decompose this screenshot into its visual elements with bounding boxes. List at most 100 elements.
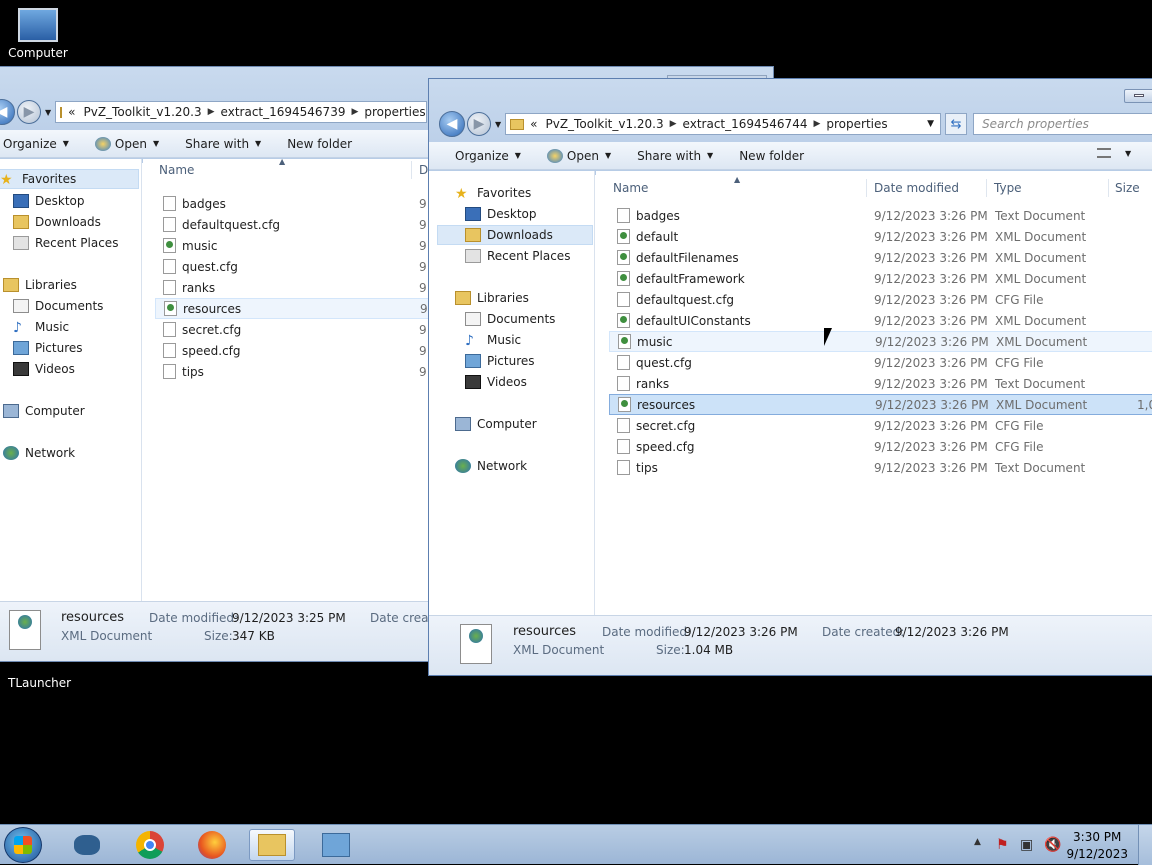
forward-button[interactable]: ▶ [17, 100, 41, 124]
breadcrumb-segment[interactable]: PvZ_Toolkit_v1.20.3 [84, 105, 202, 119]
forward-button[interactable]: ▶ [467, 112, 491, 136]
show-hidden-icons-icon[interactable]: ▲ [974, 837, 981, 847]
nav-videos[interactable]: Videos [465, 372, 527, 392]
nav-pictures[interactable]: Pictures [465, 351, 535, 371]
breadcrumb-arrow-icon[interactable]: ▶ [208, 107, 215, 117]
share-with-button[interactable]: Share with ▼ [637, 149, 713, 163]
file-row[interactable]: ranks 9/12/2023 3:26 PM Text Document [609, 373, 1152, 394]
new-folder-button[interactable]: New folder [287, 137, 352, 151]
file-row[interactable]: speed.cfg 9/12/2023 3:26 PM CFG File [609, 436, 1152, 457]
new-folder-button[interactable]: New folder [739, 149, 804, 163]
desktop-icon-computer[interactable]: Computer [8, 8, 68, 60]
address-bar[interactable]: « PvZ_Toolkit_v1.20.3 ▶ extract_16945467… [55, 101, 428, 123]
nav-libraries[interactable]: Libraries [3, 275, 77, 295]
file-row[interactable]: secret.cfg 9/12/2023 3:26 PM CFG File [609, 415, 1152, 436]
column-name[interactable]: Name [613, 181, 648, 195]
desktop-icon-tlauncher[interactable]: TLauncher [8, 660, 71, 690]
nav-downloads[interactable]: Downloads [437, 225, 593, 245]
file-row[interactable]: resources 9/12/2023 3:26 PM XML Document 1,… [609, 394, 1152, 415]
network-tray-icon[interactable]: ▣ [1020, 837, 1033, 853]
file-row[interactable]: tips 9 [155, 361, 431, 382]
nav-music[interactable]: ♪ Music [465, 330, 521, 350]
file-row[interactable]: ranks 9 [155, 277, 431, 298]
file-row[interactable]: defaultquest.cfg 9/12/2023 3:26 PM CFG Fil… [609, 289, 1152, 310]
show-desktop-button[interactable] [1138, 825, 1152, 865]
file-row[interactable]: speed.cfg 9 [155, 340, 431, 361]
nav-documents[interactable]: Documents [13, 296, 103, 316]
overflow-chevron-icon[interactable]: « [530, 117, 537, 131]
address-bar[interactable]: « PvZ_Toolkit_v1.20.3 ▶ extract_16945467… [505, 113, 942, 135]
organize-button[interactable]: Organize ▼ [3, 137, 69, 151]
breadcrumb-arrow-icon[interactable]: ▶ [351, 107, 358, 117]
taskbar-chrome[interactable] [127, 829, 173, 861]
file-row[interactable]: tips 9/12/2023 3:26 PM Text Document [609, 457, 1152, 478]
file-row[interactable]: music 9 [155, 235, 431, 256]
file-row[interactable]: badges 9 [155, 193, 431, 214]
open-button[interactable]: Open ▼ [546, 148, 611, 163]
breadcrumb-segment[interactable]: extract_1694546739 [221, 105, 346, 119]
action-center-flag-icon[interactable]: ⚑ [996, 837, 1009, 853]
nav-favorites[interactable]: ★ Favorites [0, 169, 139, 189]
nav-pictures[interactable]: Pictures [13, 338, 83, 358]
column-size[interactable]: Size [1115, 181, 1140, 195]
search-input[interactable]: Search properties [973, 113, 1152, 135]
taskbar-firefox[interactable] [189, 829, 235, 861]
column-type[interactable]: Type [994, 181, 1022, 195]
breadcrumb-segment[interactable]: properties [826, 117, 887, 131]
nav-downloads[interactable]: Downloads [13, 212, 101, 232]
organize-button[interactable]: Organize ▼ [455, 149, 521, 163]
file-row[interactable]: default 9/12/2023 3:26 PM XML Document [609, 226, 1152, 247]
breadcrumb-arrow-icon[interactable]: ▶ [670, 119, 677, 129]
nav-music[interactable]: ♪ Music [13, 317, 69, 337]
minimize-button[interactable] [1124, 89, 1152, 103]
view-options-button[interactable]: ▼ [1097, 148, 1131, 158]
nav-recent-places[interactable]: Recent Places [465, 246, 570, 266]
nav-computer[interactable]: Computer [455, 414, 537, 434]
star-icon: ★ [455, 186, 468, 202]
breadcrumb-segment[interactable]: properties [364, 105, 425, 119]
nav-computer[interactable]: Computer [3, 401, 85, 421]
volume-muted-icon[interactable]: 🔇 [1044, 837, 1061, 853]
file-row[interactable]: music 9/12/2023 3:26 PM XML Document [609, 331, 1152, 352]
nav-documents[interactable]: Documents [465, 309, 555, 329]
back-button[interactable]: ◀ [0, 99, 15, 125]
column-date[interactable]: D [419, 163, 428, 177]
file-row[interactable]: defaultquest.cfg 9 [155, 214, 431, 235]
file-row[interactable]: defaultUIConstants 9/12/2023 3:26 PM XML D… [609, 310, 1152, 331]
nav-videos[interactable]: Videos [13, 359, 75, 379]
nav-favorites[interactable]: ★ Favorites [455, 183, 531, 203]
recent-pages-dropdown-icon[interactable]: ▼ [495, 120, 501, 129]
breadcrumb-arrow-icon[interactable]: ▶ [813, 119, 820, 129]
file-row[interactable]: resources 9 [155, 298, 431, 319]
file-row[interactable]: defaultFilenames 9/12/2023 3:26 PM XML Doc… [609, 247, 1152, 268]
nav-network[interactable]: Network [3, 443, 75, 463]
file-row[interactable]: defaultFramework 9/12/2023 3:26 PM XML Doc… [609, 268, 1152, 289]
file-row[interactable]: badges 9/12/2023 3:26 PM Text Document [609, 205, 1152, 226]
back-button[interactable]: ◀ [439, 111, 465, 137]
file-row[interactable]: secret.cfg 9 [155, 319, 431, 340]
file-row[interactable]: quest.cfg 9 [155, 256, 431, 277]
column-date-modified[interactable]: Date modified [874, 181, 959, 195]
taskbar-app-1[interactable] [64, 829, 110, 861]
system-clock[interactable]: 3:30 PM 9/12/2023 [1066, 829, 1128, 863]
taskbar-explorer[interactable] [249, 829, 295, 861]
column-name[interactable]: Name [159, 163, 194, 177]
recent-pages-dropdown-icon[interactable]: ▼ [45, 108, 51, 117]
nav-libraries[interactable]: Libraries [455, 288, 529, 308]
explorer-window-front[interactable]: ◀ ▶ ▼ « PvZ_Toolkit_v1.20.3 ▶ extract_16… [428, 78, 1152, 676]
start-button[interactable] [4, 827, 42, 863]
overflow-chevron-icon[interactable]: « [68, 105, 75, 119]
nav-network[interactable]: Network [455, 456, 527, 476]
open-button[interactable]: Open ▼ [94, 136, 159, 151]
nav-desktop[interactable]: Desktop [465, 204, 537, 224]
refresh-button[interactable]: ⇆ [945, 113, 968, 135]
nav-recent-places[interactable]: Recent Places [13, 233, 118, 253]
taskbar-control-panel[interactable] [313, 829, 359, 861]
breadcrumb-segment[interactable]: extract_1694546744 [683, 117, 808, 131]
file-row[interactable]: quest.cfg 9/12/2023 3:26 PM CFG File [609, 352, 1152, 373]
breadcrumb-segment[interactable]: PvZ_Toolkit_v1.20.3 [546, 117, 664, 131]
text-file-icon [617, 460, 630, 475]
address-dropdown-icon[interactable]: ▼ [927, 119, 934, 129]
nav-desktop[interactable]: Desktop [13, 191, 85, 211]
share-with-button[interactable]: Share with ▼ [185, 137, 261, 151]
